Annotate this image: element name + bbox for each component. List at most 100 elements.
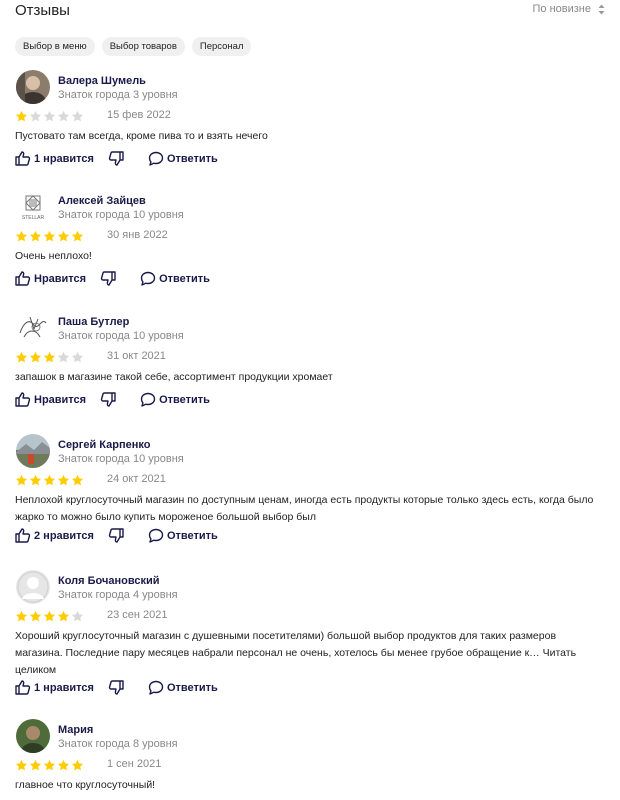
review-actions: 1 нравится Ответить [15, 151, 218, 166]
author-level: Знаток города 10 уровня [58, 209, 184, 221]
star-filled-icon [57, 610, 70, 622]
chip-products-choice[interactable]: Выбор товаров [101, 37, 185, 56]
author-name[interactable]: Коля Бочановский [58, 575, 159, 587]
avatar[interactable] [16, 570, 50, 604]
dislike-button[interactable] [108, 151, 124, 166]
rating-stars [15, 230, 84, 243]
rating-stars [15, 351, 84, 364]
review-date: 1 сен 2021 [107, 758, 162, 770]
review-text: Очень неплохо! [15, 248, 605, 265]
star-empty-icon [71, 110, 84, 122]
thumbs-up-icon [15, 392, 31, 407]
star-filled-icon [43, 351, 56, 363]
avatar[interactable] [16, 311, 50, 345]
like-label: Нравится [34, 272, 87, 285]
sort-arrows-icon [598, 4, 605, 14]
dislike-button[interactable] [108, 528, 124, 543]
avatar[interactable] [16, 70, 50, 104]
star-empty-icon [57, 351, 70, 363]
review-text: запашок в магазине такой себе, ассортиме… [15, 369, 605, 386]
thumbs-up-icon [15, 528, 31, 543]
like-button[interactable]: 1 нравится [15, 151, 94, 166]
reviews-header: Отзывы По новизне [15, 0, 605, 24]
like-button[interactable]: Нравится [15, 271, 86, 286]
comment-icon [140, 271, 156, 286]
thumbs-down-icon [108, 528, 124, 543]
thumbs-down-icon [100, 271, 116, 286]
review-date: 31 окт 2021 [107, 350, 166, 362]
star-empty-icon [57, 110, 70, 122]
chip-menu-choice[interactable]: Выбор в меню [15, 37, 95, 56]
dislike-button[interactable] [108, 680, 124, 695]
like-label: Нравится [34, 393, 87, 406]
review-text-body: запашок в магазине такой себе, ассортиме… [15, 371, 333, 383]
avatar[interactable] [16, 719, 50, 753]
sort-dropdown[interactable]: По новизне [533, 3, 606, 15]
reply-button[interactable]: Ответить [140, 392, 210, 407]
star-empty-icon [29, 110, 42, 122]
filter-chips: Выбор в меню Выбор товаров Персонал [15, 37, 252, 56]
review-text: Пустовато там всегда, кроме пива то и вз… [15, 128, 605, 145]
chip-staff[interactable]: Персонал [191, 37, 252, 56]
like-label: 1 нравится [34, 152, 94, 165]
author-name[interactable]: Алексей Зайцев [58, 195, 146, 207]
page-title: Отзывы [15, 2, 70, 19]
thumbs-up-icon [15, 680, 31, 695]
reply-button[interactable]: Ответить [140, 271, 210, 286]
reply-button[interactable]: Ответить [148, 680, 218, 695]
review-actions: 2 нравится Ответить [15, 528, 218, 543]
star-filled-icon [29, 759, 42, 771]
rating-stars [15, 110, 84, 123]
thumbs-up-icon [15, 151, 31, 166]
like-button[interactable]: 1 нравится [15, 680, 94, 695]
avatar[interactable]: STELLAR [16, 190, 50, 224]
thumbs-down-icon [108, 680, 124, 695]
author-level: Знаток города 10 уровня [58, 453, 184, 465]
reply-button[interactable]: Ответить [148, 151, 218, 166]
author-name[interactable]: Валера Шумель [58, 75, 146, 87]
reply-label: Ответить [166, 152, 218, 165]
star-filled-icon [15, 759, 28, 771]
author-level: Знаток города 8 уровня [58, 738, 178, 750]
star-filled-icon [15, 110, 28, 122]
star-empty-icon [43, 110, 56, 122]
reply-label: Ответить [166, 529, 218, 542]
star-filled-icon [15, 230, 28, 242]
sort-label: По новизне [532, 3, 592, 15]
like-button[interactable]: 2 нравится [15, 528, 94, 543]
dislike-button[interactable] [100, 271, 116, 286]
like-button[interactable]: Нравится [15, 392, 86, 407]
reply-label: Ответить [159, 393, 210, 406]
star-filled-icon [71, 230, 84, 242]
review-text-body: Хороший круглосуточный магазин с душевны… [15, 630, 557, 659]
star-filled-icon [15, 351, 28, 363]
review-actions: Нравится Ответить [15, 271, 210, 286]
star-filled-icon [29, 230, 42, 242]
like-label: 2 нравится [34, 529, 94, 542]
rating-stars [15, 610, 84, 623]
review-text: Неплохой круглосуточный магазин по досту… [15, 492, 605, 526]
star-filled-icon [57, 474, 70, 486]
review-text-body: Неплохой круглосуточный магазин по досту… [15, 494, 594, 523]
author-level: Знаток города 3 уровня [58, 89, 178, 101]
review-text-body: главное что круглосуточный! [15, 779, 156, 791]
review-actions: Нравится Ответить [15, 392, 210, 407]
star-filled-icon [29, 351, 42, 363]
star-filled-icon [57, 759, 70, 771]
star-filled-icon [43, 230, 56, 242]
author-name[interactable]: Сергей Карпенко [58, 439, 150, 451]
reply-button[interactable]: Ответить [148, 528, 218, 543]
review-date: 23 сен 2021 [107, 609, 168, 621]
star-filled-icon [15, 610, 28, 622]
avatar[interactable] [16, 434, 50, 468]
star-filled-icon [29, 610, 42, 622]
dislike-button[interactable] [100, 392, 116, 407]
author-name[interactable]: Мария [58, 724, 93, 736]
author-level: Знаток города 4 уровня [58, 589, 178, 601]
review-date: 15 фев 2022 [107, 109, 171, 121]
author-name[interactable]: Паша Бутлер [58, 316, 129, 328]
reply-label: Ответить [166, 681, 218, 694]
author-level: Знаток города 10 уровня [58, 330, 184, 342]
thumbs-down-icon [100, 392, 116, 407]
comment-icon [148, 151, 164, 166]
